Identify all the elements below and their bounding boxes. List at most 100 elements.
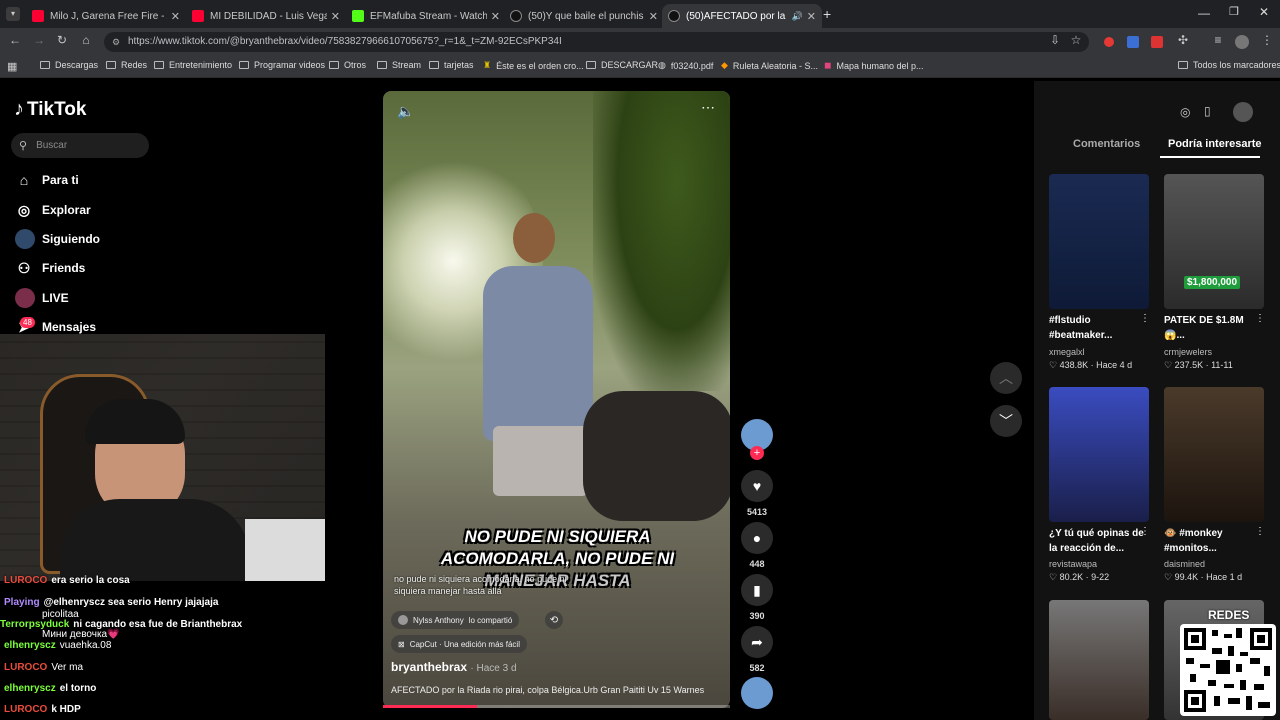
recommended-user[interactable]: xmegalxl xyxy=(1049,347,1085,357)
recommended-stats: ♡ 80.2K · 9-22 xyxy=(1049,572,1110,582)
tab-4[interactable]: (50)Y que baile el punchis punc ✕ xyxy=(504,4,664,28)
close-icon[interactable]: ✕ xyxy=(171,10,180,23)
bookmark-folder[interactable]: Otros xyxy=(329,60,366,70)
bookmark-favicon: ◼ xyxy=(824,60,832,70)
chat-message: Playing @elhenryscz sea serio Henry jajaj… xyxy=(4,597,218,608)
menu-icon[interactable]: ⋮ xyxy=(1259,33,1275,47)
recommended-title[interactable]: PATEK DE $1.8M 😱... xyxy=(1164,313,1259,343)
bookmark-label: Stream xyxy=(392,60,422,70)
nav-live[interactable]: LIVE xyxy=(15,287,69,309)
share-button[interactable]: ➦ xyxy=(741,626,773,658)
video-author[interactable]: bryanthebrax · Hace 3 d xyxy=(391,660,517,674)
nav-siguiendo[interactable]: Siguiendo xyxy=(15,228,100,250)
recommended-thumbnail[interactable] xyxy=(1164,387,1264,522)
recommended-title[interactable]: ¿Y tú qué opinas de la reacción de... xyxy=(1049,526,1144,556)
site-info-icon[interactable]: ⚙ xyxy=(112,32,120,52)
all-bookmarks-folder[interactable]: Todos los marcadores xyxy=(1178,60,1280,70)
close-icon[interactable]: ✕ xyxy=(649,10,658,23)
device-icon[interactable]: ▯ xyxy=(1204,104,1211,118)
video-mute-icon[interactable]: 🔈 xyxy=(397,103,414,120)
bookmark-folder[interactable]: DESCARGAR xyxy=(586,60,658,70)
recommended-user[interactable]: revistawapa xyxy=(1049,559,1097,569)
maximize-button[interactable]: ❐ xyxy=(1229,5,1239,18)
address-bar[interactable]: ⚙ https://www.tiktok.com/@bryanthebrax/v… xyxy=(104,32,1089,52)
extension-icon[interactable] xyxy=(1104,37,1114,47)
author-name[interactable]: bryanthebrax xyxy=(391,660,467,674)
follow-button[interactable]: + xyxy=(750,446,764,460)
next-video-button[interactable]: ﹀ xyxy=(990,405,1022,437)
previous-video-button[interactable]: ︿ xyxy=(990,362,1022,394)
bookmark-folder[interactable]: Redes xyxy=(106,60,147,70)
speaker-icon[interactable]: 🔊 xyxy=(792,11,803,22)
chat-text: k HDP xyxy=(51,704,81,715)
share-icon: ➦ xyxy=(751,633,763,650)
more-options-icon[interactable]: ⋯ xyxy=(701,99,715,116)
bookmark-folder[interactable]: tarjetas xyxy=(429,60,474,70)
tab-1[interactable]: Milo J, Garena Free Fire - ASHE ✕ xyxy=(26,4,186,28)
sound-avatar[interactable] xyxy=(741,677,773,709)
recommended-thumbnail[interactable] xyxy=(1049,387,1149,522)
extension-icon[interactable] xyxy=(1151,36,1163,48)
compass-icon[interactable]: ◎ xyxy=(1180,105,1190,119)
tab-3[interactable]: EFMafuba Stream - Watch Live ✕ xyxy=(346,4,506,28)
nav-para-ti[interactable]: ⌂ Para ti xyxy=(15,169,79,191)
bookmark-link[interactable]: ♜ Éste es el orden cro... xyxy=(483,60,584,71)
nav-explorar[interactable]: ◎ Explorar xyxy=(15,199,91,221)
new-tab-button[interactable]: + xyxy=(823,6,831,22)
tab-2[interactable]: MI DEBILIDAD - Luis Vega x Bor ✕ xyxy=(186,4,346,28)
bookmark-folder[interactable]: Stream xyxy=(377,60,421,70)
like-button[interactable]: ♥ xyxy=(741,470,773,502)
save-button[interactable]: ▮ xyxy=(741,574,773,606)
chat-message: LUROCO Ver ma xyxy=(4,662,83,673)
qr-code xyxy=(1180,624,1276,716)
bookmark-link[interactable]: ◍ f03240.pdf xyxy=(658,60,713,71)
apps-icon[interactable]: ▦ xyxy=(7,60,17,73)
tab-search-button[interactable]: ▾ xyxy=(6,7,20,21)
forward-icon[interactable]: → xyxy=(31,33,47,47)
shared-by-pill[interactable]: Nylss Anthony lo compartió xyxy=(391,611,520,629)
more-icon[interactable]: ⋮ xyxy=(1140,313,1150,324)
user-avatar[interactable] xyxy=(1233,102,1253,122)
install-icon[interactable]: ⇩ xyxy=(1047,33,1063,47)
search-input[interactable]: ⚲ Buscar xyxy=(11,133,149,158)
recommended-thumbnail[interactable]: $1,800,000 xyxy=(1164,174,1264,309)
recommended-thumbnail[interactable] xyxy=(1049,600,1149,720)
puzzle-icon[interactable]: ✣ xyxy=(1175,33,1191,47)
bookmark-folder[interactable]: Descargas xyxy=(40,60,98,70)
tab-comentarios[interactable]: Comentarios xyxy=(1073,138,1140,150)
tiktok-logo[interactable]: ♪ TikTok xyxy=(14,98,86,121)
recommended-thumbnail[interactable] xyxy=(1049,174,1149,309)
more-icon[interactable]: ⋮ xyxy=(1255,313,1265,324)
bookmark-folder[interactable]: Entretenimiento xyxy=(154,60,232,70)
close-icon[interactable]: ✕ xyxy=(807,10,816,23)
media-control-icon[interactable]: ≡ xyxy=(1210,33,1226,47)
tab-5-active[interactable]: (50)AFECTADO por la Riada 🔊 ✕ xyxy=(662,4,822,28)
bookmark-link[interactable]: ◼ Mapa humano del p... xyxy=(824,60,924,71)
close-icon[interactable]: ✕ xyxy=(331,10,340,23)
bookmark-link[interactable]: ◆ Ruleta Aleatoria - S... xyxy=(721,60,818,71)
translate-extension-icon[interactable] xyxy=(1127,36,1139,48)
more-icon[interactable]: ⋮ xyxy=(1140,526,1150,537)
more-icon[interactable]: ⋮ xyxy=(1255,526,1265,537)
bookmark-star-icon[interactable]: ☆ xyxy=(1068,33,1084,47)
capcut-pill[interactable]: ⊠ CapCut · Una edición más fácil xyxy=(391,635,527,653)
tab-podria-interesarte[interactable]: Podría interesarte xyxy=(1168,138,1262,150)
profile-avatar[interactable] xyxy=(1235,35,1249,49)
back-icon[interactable]: ← xyxy=(7,33,23,47)
close-icon[interactable]: ✕ xyxy=(491,10,500,23)
repost-button[interactable]: ⟲ xyxy=(545,611,563,629)
recommended-title[interactable]: 🐵 #monkey #monitos... xyxy=(1164,526,1259,556)
close-window-button[interactable]: ✕ xyxy=(1259,5,1269,19)
minimize-button[interactable]: — xyxy=(1198,6,1210,20)
home-icon[interactable]: ⌂ xyxy=(78,33,94,47)
nav-friends[interactable]: ⚇ Friends xyxy=(15,257,86,279)
webcam-overlay xyxy=(0,334,325,581)
comment-icon: ● xyxy=(752,530,762,546)
recommended-title[interactable]: #flstudio #beatmaker... xyxy=(1049,313,1144,343)
desk xyxy=(245,519,325,581)
recommended-user[interactable]: daismined xyxy=(1164,559,1205,569)
reload-icon[interactable]: ↻ xyxy=(54,33,70,47)
bookmark-folder[interactable]: Programar videos xyxy=(239,60,325,70)
recommended-user[interactable]: crmjewelers xyxy=(1164,347,1212,357)
comment-button[interactable]: ● xyxy=(741,522,773,554)
